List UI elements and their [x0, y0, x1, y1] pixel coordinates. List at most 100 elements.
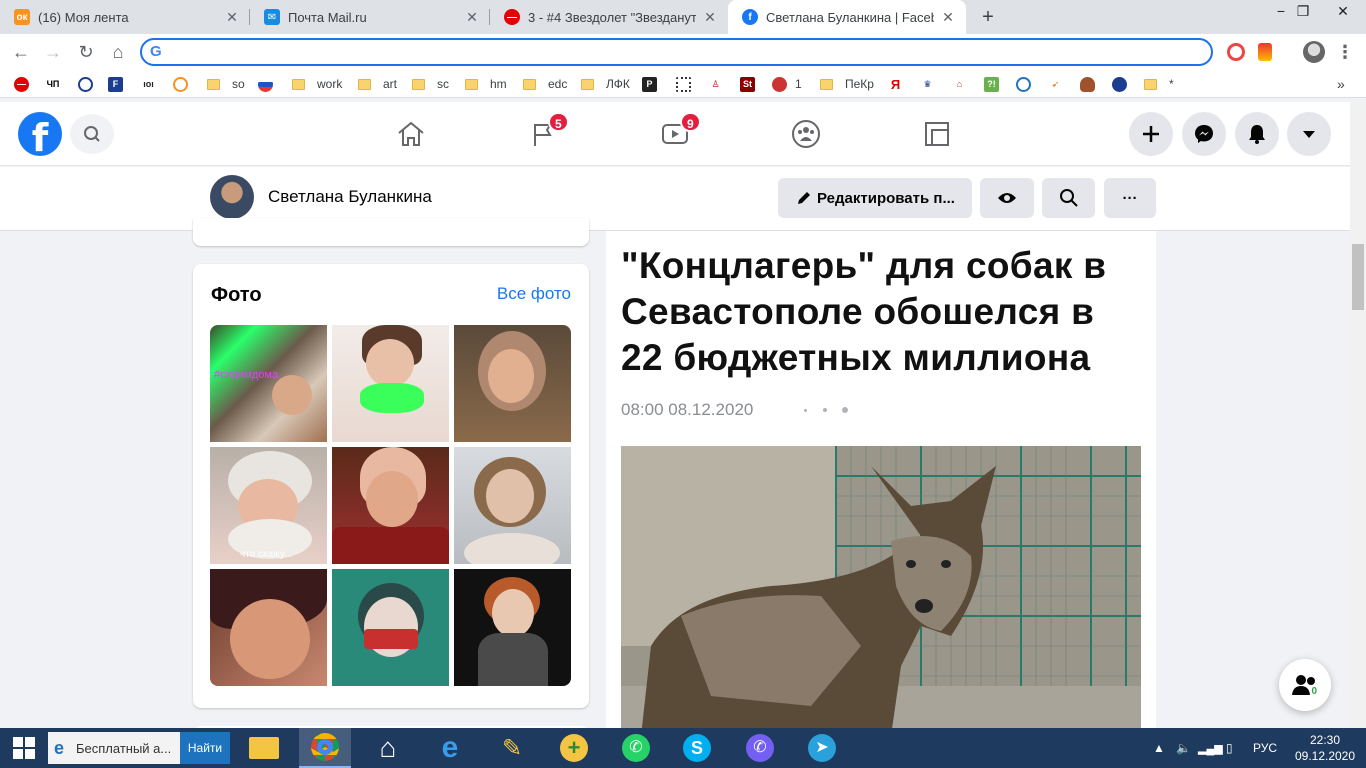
home-app[interactable]: ⌂	[362, 728, 414, 768]
avatar[interactable]	[210, 175, 254, 219]
bookmark-stop[interactable]: —	[14, 75, 37, 93]
back-button[interactable]: ←	[8, 39, 34, 65]
nav-gaming[interactable]	[882, 110, 992, 158]
bookmark-forbes[interactable]: F	[108, 75, 131, 93]
close-icon[interactable]: ✕	[464, 9, 480, 26]
bookmark-clock[interactable]	[1016, 75, 1039, 93]
bookmark-oval[interactable]	[1112, 75, 1135, 93]
tab-zvezdolet[interactable]: — 3 - #4 Звездолет "Звезданутые д ✕	[490, 0, 728, 34]
bookmark-p[interactable]: P	[642, 75, 665, 93]
more-options-button[interactable]: ···	[1104, 178, 1156, 218]
photo-thumbnail[interactable]: #сидимдома	[210, 325, 327, 442]
window-close-button[interactable]: ✕	[1320, 0, 1366, 34]
photo-thumbnail[interactable]	[454, 325, 571, 442]
photo-thumbnail[interactable]: что скажу...	[210, 447, 327, 564]
nav-marketplace[interactable]	[751, 110, 861, 158]
taskbar-search[interactable]: e Найти	[48, 732, 230, 764]
photo-thumbnail[interactable]	[332, 569, 449, 686]
chrome-menu-icon[interactable]: ⋮	[1332, 39, 1358, 65]
close-icon[interactable]: ✕	[702, 9, 718, 26]
search-submit-button[interactable]: Найти	[180, 732, 230, 764]
photo-thumbnail[interactable]	[454, 447, 571, 564]
volume-icon[interactable]: 🔈	[1176, 728, 1191, 768]
bookmark-circle[interactable]	[78, 75, 101, 93]
facebook-search-button[interactable]	[70, 114, 114, 154]
bookmark-lfk[interactable]: ЛФК	[581, 75, 630, 93]
home-button[interactable]: ⌂	[105, 39, 131, 65]
battery-icon[interactable]: ▯	[1226, 728, 1233, 768]
bookmark-maze[interactable]	[676, 75, 699, 93]
target-extension-icon[interactable]	[1227, 43, 1245, 61]
address-bar[interactable]: G	[140, 38, 1213, 66]
explorer-app[interactable]	[238, 728, 290, 768]
network-icon[interactable]: ▂▄▆	[1198, 728, 1223, 768]
tab-ok-feed[interactable]: ок (16) Моя лента ✕	[0, 0, 250, 34]
photo-thumbnail[interactable]	[210, 569, 327, 686]
page-scrollbar[interactable]	[1350, 102, 1366, 736]
bookmark-art[interactable]: art	[358, 75, 397, 93]
bookmarks-more[interactable]: »	[1337, 75, 1345, 93]
forward-button[interactable]: →	[40, 39, 66, 65]
article-headline[interactable]: "Концлагерь" для собак в Севастополе обо…	[621, 243, 1146, 381]
photo-thumbnail[interactable]	[454, 569, 571, 686]
bookmark-dots[interactable]: ıоı	[141, 75, 164, 93]
facebook-logo[interactable]: f	[18, 112, 62, 156]
bookmark-st[interactable]: St	[740, 75, 763, 93]
scrollbar-thumb[interactable]	[1352, 244, 1364, 310]
account-menu-button[interactable]	[1287, 112, 1331, 156]
plus-app[interactable]: +	[548, 728, 600, 768]
view-as-button[interactable]	[980, 178, 1034, 218]
address-input[interactable]	[172, 42, 1172, 62]
tray-expand[interactable]: ▲	[1153, 728, 1165, 768]
bookmark-flag[interactable]	[258, 75, 281, 93]
skype-app[interactable]: S	[671, 728, 723, 768]
bookmark-chp[interactable]: ЧП	[44, 75, 70, 93]
start-button[interactable]	[0, 728, 48, 768]
whatsapp-app[interactable]: ✆	[610, 728, 662, 768]
bookmark-figure[interactable]: ♙	[708, 75, 731, 93]
bookmark-edc[interactable]: edc	[523, 75, 567, 93]
system-clock[interactable]: 22:30 09.12.2020	[1290, 732, 1360, 764]
bookmark-building[interactable]: ⌂	[952, 75, 975, 93]
nav-groups[interactable]: 5	[488, 110, 598, 158]
close-icon[interactable]: ✕	[224, 9, 240, 26]
bookmark-star[interactable]: *	[1144, 75, 1174, 93]
photo-thumbnail[interactable]	[332, 447, 449, 564]
chrome-app[interactable]	[299, 728, 351, 768]
taskbar-search-input[interactable]	[76, 740, 194, 756]
contacts-button[interactable]: 0	[1279, 659, 1331, 711]
ie-app[interactable]: e	[424, 728, 476, 768]
bookmark-emblem[interactable]: ♛	[920, 75, 943, 93]
nav-home[interactable]	[356, 110, 466, 158]
photo-thumbnail[interactable]	[332, 325, 449, 442]
bookmark-sc[interactable]: sc	[412, 75, 449, 93]
article-image[interactable]	[621, 446, 1141, 736]
viber-app[interactable]: ✆	[734, 728, 786, 768]
user-profile-icon[interactable]	[1303, 41, 1325, 63]
bookmark-hm[interactable]: hm	[465, 75, 507, 93]
edit-profile-button[interactable]: Редактировать п...	[778, 178, 972, 218]
bookmark-pekr[interactable]: ПеКр	[820, 75, 874, 93]
telegram-app[interactable]: ➤	[796, 728, 848, 768]
all-photos-link[interactable]: Все фото	[497, 284, 571, 304]
bookmark-so[interactable]: so	[207, 75, 245, 93]
language-indicator[interactable]: РУС	[1253, 728, 1277, 768]
profile-search-button[interactable]	[1042, 178, 1095, 218]
bookmark-arrow[interactable]: ➹	[1048, 75, 1071, 93]
bookmark-yandex[interactable]: Я	[888, 75, 911, 93]
notifications-button[interactable]	[1235, 112, 1279, 156]
messenger-button[interactable]	[1182, 112, 1226, 156]
extension-icon[interactable]	[1258, 43, 1272, 61]
nav-watch[interactable]: 9	[620, 110, 730, 158]
create-button[interactable]	[1129, 112, 1173, 156]
profile-name[interactable]: Светлана Буланкина	[268, 187, 432, 207]
bookmark-1[interactable]: 1	[772, 75, 802, 93]
bookmark-q[interactable]	[173, 75, 196, 93]
reload-button[interactable]: ↻	[73, 39, 99, 65]
tab-mail[interactable]: ✉ Почта Mail.ru ✕	[250, 0, 490, 34]
bookmark-pot[interactable]	[1080, 75, 1103, 93]
new-tab-button[interactable]: +	[976, 5, 1000, 29]
tab-facebook[interactable]: f Светлана Буланкина | Facebook ✕	[728, 0, 966, 34]
cleaner-app[interactable]: ✎	[486, 728, 538, 768]
bookmark-green[interactable]: ?!	[984, 75, 1007, 93]
